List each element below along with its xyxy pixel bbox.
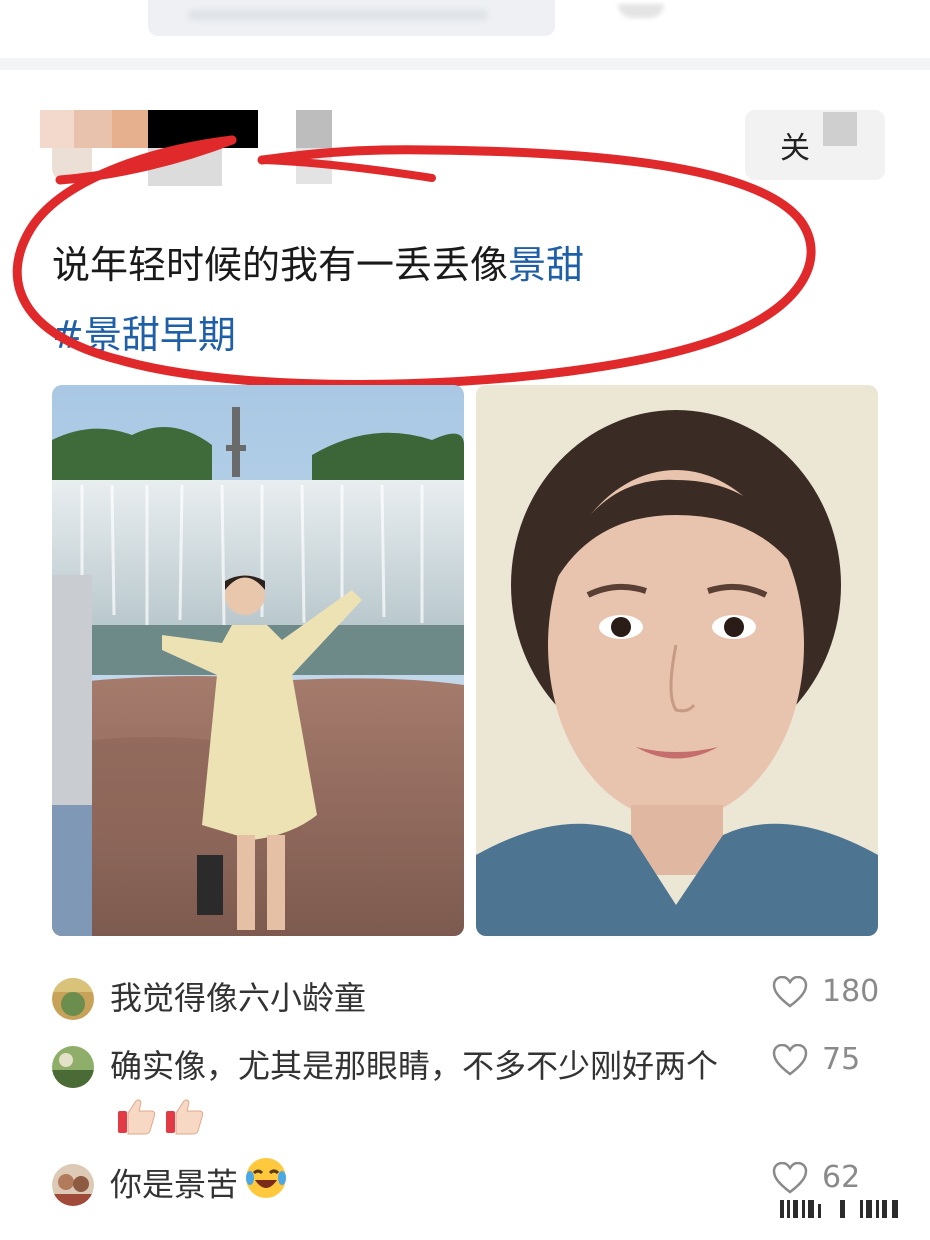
- like-count: 62: [822, 1160, 861, 1195]
- heart-outline-icon: [772, 975, 808, 1008]
- heart-outline-icon: [772, 1161, 808, 1194]
- heart-outline-icon: [772, 1043, 808, 1076]
- comment-text: 确实像，尤其是那眼睛，不多不少刚好两个: [110, 1038, 750, 1154]
- like-button[interactable]: 62: [772, 1160, 860, 1195]
- censored-username: [296, 148, 332, 184]
- post-author-row: 关: [40, 110, 890, 190]
- like-button[interactable]: 180: [772, 974, 879, 1009]
- mention-link[interactable]: 景甜: [508, 243, 584, 287]
- comment-avatar[interactable]: [52, 1046, 94, 1088]
- post-text-line: 说年轻时候的我有一丢丢像景甜: [52, 230, 852, 300]
- censored-avatar: [40, 110, 74, 148]
- comment-avatar[interactable]: [52, 1164, 94, 1206]
- post-text: 说年轻时候的我有一丢丢像: [52, 243, 509, 287]
- follow-button-label: 关: [780, 131, 810, 166]
- comment-text: 我觉得像六小龄童: [110, 979, 367, 1017]
- laughing-emoji: [244, 1156, 288, 1217]
- censored-avatar: [74, 110, 112, 148]
- comment-text-body: 确实像，尤其是那眼睛，不多不少刚好两个: [110, 1047, 719, 1085]
- thumbs-up-emoji: [116, 1095, 158, 1154]
- comment-text: 你是景苦: [110, 1156, 750, 1217]
- censored-username: [148, 148, 222, 186]
- censored-username: [112, 110, 148, 148]
- censored-username: [296, 110, 332, 148]
- photo-portrait[interactable]: [476, 385, 878, 936]
- like-count: 75: [822, 1042, 861, 1077]
- comment-avatar[interactable]: [52, 978, 94, 1020]
- like-button[interactable]: 75: [772, 1042, 860, 1077]
- post-body: 说年轻时候的我有一丢丢像景甜 #景甜早期: [52, 230, 852, 370]
- like-count: 180: [822, 974, 880, 1009]
- top-right-icon[interactable]: [618, 4, 664, 18]
- censored-username: [148, 110, 258, 148]
- comment-text-body: 你是景苦: [110, 1165, 239, 1204]
- censored-avatar: [52, 148, 92, 182]
- thumbs-up-emoji: [164, 1095, 206, 1154]
- hashtag-link[interactable]: #景甜早期: [52, 300, 852, 370]
- watermark: [780, 1200, 898, 1218]
- follow-button[interactable]: 关: [745, 110, 885, 180]
- photo-waterfall[interactable]: [52, 385, 464, 936]
- section-divider: [0, 58, 930, 70]
- search-bar[interactable]: [148, 0, 555, 36]
